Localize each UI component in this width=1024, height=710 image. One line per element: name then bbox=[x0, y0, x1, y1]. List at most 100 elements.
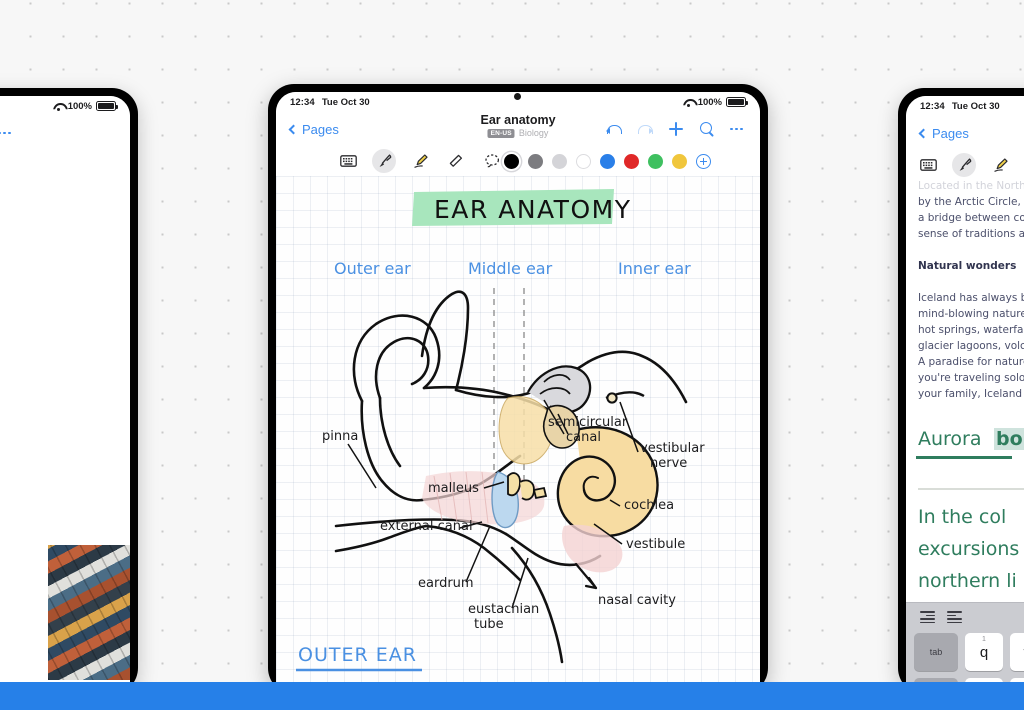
svg-text:cochlea: cochlea bbox=[624, 498, 674, 513]
color-red[interactable] bbox=[624, 153, 639, 169]
key-w[interactable]: 2 w bbox=[1010, 633, 1024, 671]
document-title-group[interactable]: Ear anatomy EN-US Biology bbox=[480, 113, 555, 138]
handwriting-underline bbox=[916, 456, 1012, 459]
keyboard-tool[interactable] bbox=[916, 153, 940, 177]
left-toolbar bbox=[0, 150, 130, 180]
battery-percent: 100% bbox=[67, 100, 92, 112]
color-light-gray[interactable] bbox=[552, 153, 567, 169]
paragraph-2-line-7: your family, Iceland v bbox=[918, 388, 1024, 400]
left-tablet-device: 100% s bbox=[0, 88, 138, 694]
left-note-canvas[interactable]: s emphasis! ghlights orm sales ing a sec… bbox=[0, 180, 130, 694]
svg-text:canal: canal bbox=[566, 430, 601, 445]
handwritten-line-2: excursions bbox=[918, 538, 1020, 560]
drawing-tools bbox=[336, 149, 504, 173]
wifi-icon bbox=[683, 98, 694, 107]
status-time: 12:34 bbox=[290, 96, 315, 108]
redo-icon[interactable] bbox=[637, 121, 653, 137]
status-date: Tue Oct 30 bbox=[321, 96, 370, 108]
eraser-tool[interactable] bbox=[444, 149, 468, 173]
color-green[interactable] bbox=[648, 153, 663, 169]
indent-icon[interactable] bbox=[947, 611, 962, 624]
paragraph-2-line-5: A paradise for nature bbox=[918, 356, 1024, 368]
color-yellow[interactable] bbox=[672, 153, 687, 169]
language-badge: EN-US bbox=[487, 128, 515, 138]
svg-text:external canal: external canal bbox=[380, 519, 473, 534]
paragraph-2-line-3: hot springs, waterfal bbox=[918, 324, 1024, 336]
svg-text:eardrum: eardrum bbox=[418, 576, 474, 591]
svg-text:pinna: pinna bbox=[322, 429, 358, 444]
back-label: Pages bbox=[302, 121, 339, 137]
ellipsis-icon[interactable] bbox=[0, 125, 14, 141]
center-navbar: Pages Ear anatomy EN-US Biology bbox=[276, 112, 760, 146]
wifi-icon bbox=[53, 102, 64, 111]
color-white[interactable] bbox=[576, 153, 591, 169]
svg-text:tube: tube bbox=[474, 617, 504, 632]
undo-icon[interactable] bbox=[606, 121, 622, 137]
eraser-icon bbox=[448, 153, 465, 169]
key-tab[interactable]: tab bbox=[914, 633, 958, 671]
paragraph-2-line-6: you're traveling solo bbox=[918, 372, 1024, 384]
paragraph-1-line-1: by the Arctic Circle, bbox=[918, 196, 1021, 208]
divider-line bbox=[918, 488, 1024, 490]
keyboard-tool[interactable] bbox=[336, 149, 360, 173]
highlighter-tool[interactable] bbox=[988, 153, 1012, 177]
pen-icon bbox=[376, 153, 393, 169]
search-icon[interactable] bbox=[699, 121, 715, 137]
highlighter-icon bbox=[992, 157, 1009, 173]
section-labels: Outer ear Middle ear Inner ear bbox=[334, 259, 691, 278]
lasso-tool[interactable] bbox=[480, 149, 504, 173]
color-gray[interactable] bbox=[528, 153, 543, 169]
highlighter-tool[interactable] bbox=[408, 149, 432, 173]
right-tablet-screen: 12:34 Tue Oct 30 Pages Located in the No… bbox=[906, 96, 1024, 694]
outdent-icon[interactable] bbox=[920, 611, 935, 624]
pen-icon bbox=[956, 157, 973, 173]
back-to-pages-button[interactable]: Pages bbox=[288, 121, 339, 137]
front-camera-dot bbox=[514, 93, 521, 100]
handwritten-line-3: northern li bbox=[918, 570, 1017, 592]
on-screen-keyboard[interactable]: tab 1 q 2 w bbox=[906, 602, 1024, 694]
bottom-blue-band bbox=[0, 682, 1024, 710]
handwritten-heading-group: Aurora bo bbox=[918, 428, 1024, 450]
note-canvas[interactable]: EAR ANATOMY Outer ear Middle ear Inner e… bbox=[276, 176, 760, 694]
note-drawing: EAR ANATOMY Outer ear Middle ear Inner e… bbox=[296, 189, 705, 694]
left-tablet-screen: 100% s bbox=[0, 96, 130, 694]
note-title: EAR ANATOMY bbox=[434, 195, 631, 224]
page-title: Ear anatomy bbox=[480, 113, 556, 127]
pen-tool[interactable] bbox=[952, 153, 976, 177]
battery-full-icon bbox=[96, 101, 118, 111]
svg-text:nasal cavity: nasal cavity bbox=[598, 593, 676, 608]
svg-text:malleus: malleus bbox=[428, 481, 479, 496]
svg-text:Outer ear: Outer ear bbox=[334, 259, 411, 278]
svg-text:semicircular: semicircular bbox=[548, 415, 628, 430]
color-blue[interactable] bbox=[600, 153, 615, 169]
center-tablet-screen: 12:34 Tue Oct 30 100% Pages Ear anatomy … bbox=[276, 92, 760, 694]
center-toolbar bbox=[276, 146, 760, 176]
status-time: 12:34 bbox=[920, 100, 945, 112]
pen-tool[interactable] bbox=[372, 149, 396, 173]
right-tablet-device: 12:34 Tue Oct 30 Pages Located in the No… bbox=[898, 88, 1024, 694]
chevron-left-icon bbox=[288, 124, 299, 134]
navbar-actions bbox=[606, 121, 746, 137]
notes-heading: OUTER EAR bbox=[298, 644, 417, 666]
svg-text:Inner ear: Inner ear bbox=[618, 259, 691, 278]
key-q[interactable]: 1 q bbox=[965, 633, 1003, 671]
ossicles bbox=[507, 472, 548, 501]
left-statusbar: 100% bbox=[0, 96, 130, 116]
battery-percent: 100% bbox=[697, 96, 722, 108]
right-navbar: Pages bbox=[906, 116, 1024, 150]
color-black[interactable] bbox=[504, 153, 519, 169]
add-color-button[interactable] bbox=[696, 153, 711, 169]
paragraph-1-line-3: sense of traditions a bbox=[918, 228, 1024, 240]
svg-text:Middle ear: Middle ear bbox=[468, 259, 553, 278]
shipping-containers-photo bbox=[48, 545, 130, 680]
lasso-select-icon bbox=[484, 153, 501, 169]
right-note-canvas[interactable]: Located in the North by the Arctic Circl… bbox=[906, 180, 1024, 694]
handwritten-heading: Aurora bbox=[918, 428, 982, 450]
plus-icon[interactable] bbox=[668, 121, 684, 137]
svg-text:nerve: nerve bbox=[650, 456, 687, 471]
ellipsis-icon[interactable] bbox=[730, 121, 746, 137]
handwritten-heading-highlight: bo bbox=[993, 428, 1024, 450]
back-label: Pages bbox=[932, 125, 969, 141]
svg-text:vestibule: vestibule bbox=[626, 537, 685, 552]
back-to-pages-button[interactable]: Pages bbox=[918, 125, 969, 141]
